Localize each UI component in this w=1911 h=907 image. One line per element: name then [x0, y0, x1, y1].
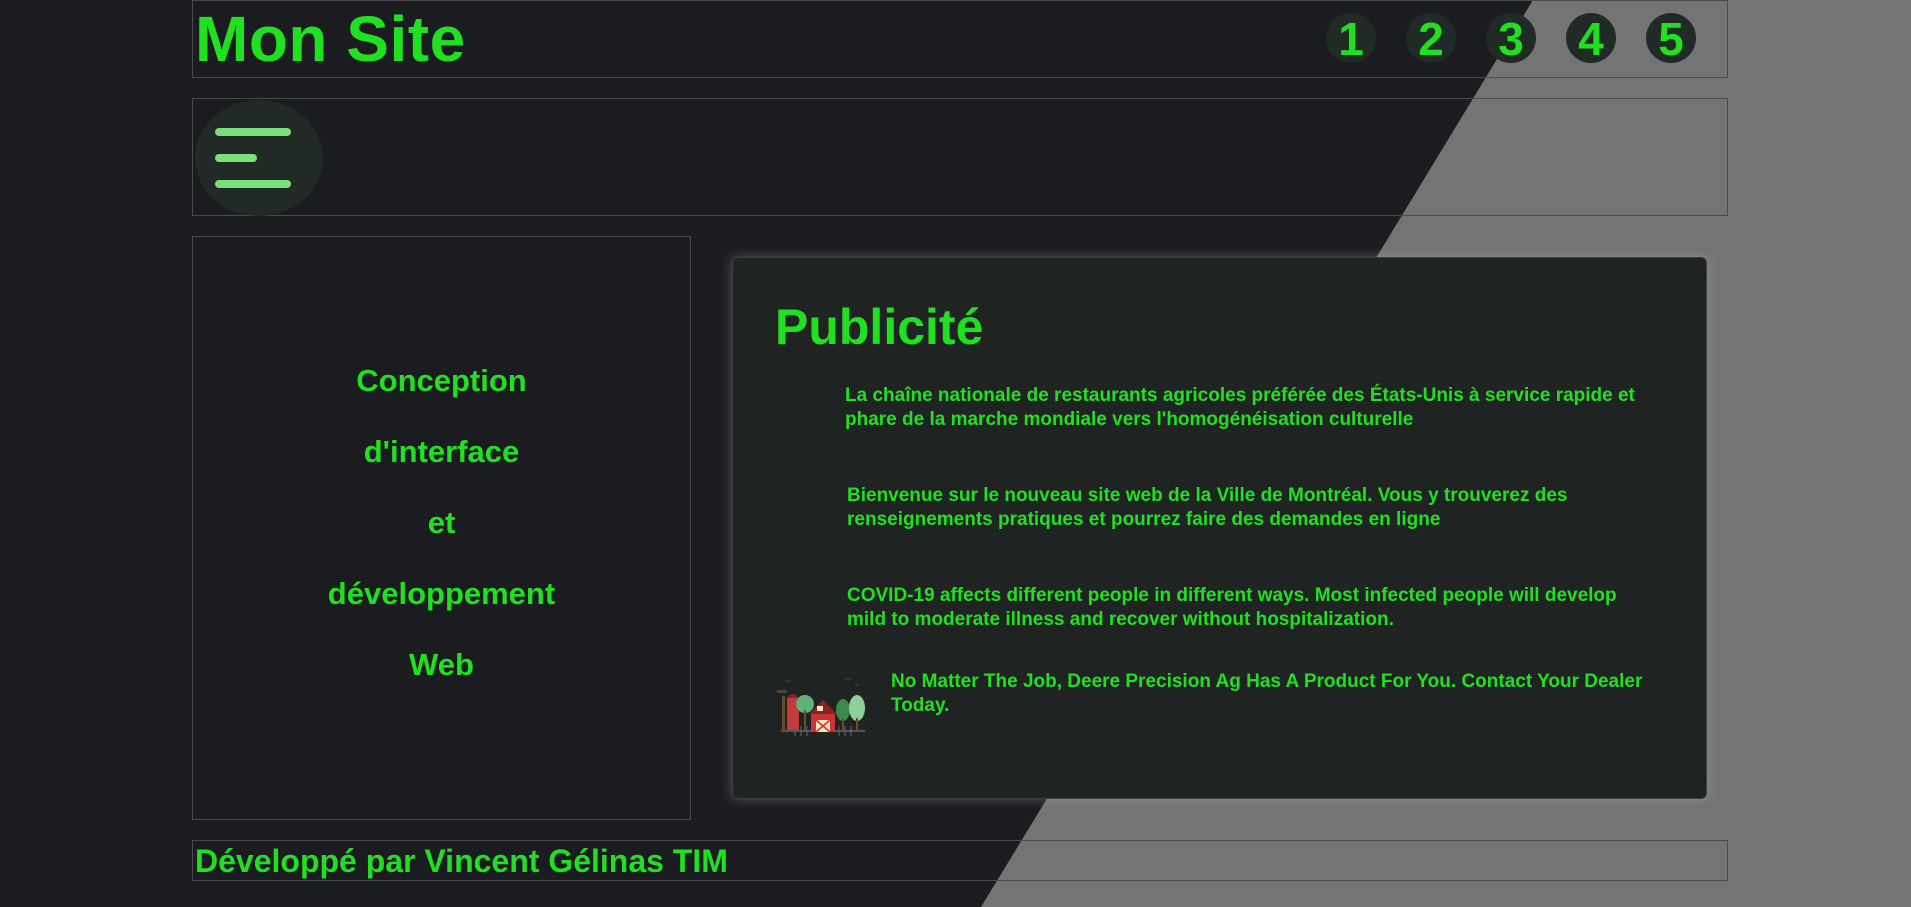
ad-item[interactable]: COVID-19 affects different people in dif… — [775, 584, 1675, 656]
aside-line: d'interface — [363, 434, 520, 469]
site-header: Mon Site 1 2 3 4 5 — [192, 0, 1728, 78]
aside-line: Conception — [356, 363, 527, 398]
ad-text[interactable]: Bienvenue sur le nouveau site web de la … — [847, 484, 1657, 532]
page-link-3[interactable]: 3 — [1486, 13, 1536, 65]
ad-text[interactable]: COVID-19 affects different people in dif… — [847, 584, 1657, 632]
page-link-2[interactable]: 2 — [1406, 13, 1456, 65]
aside-heading: Conception d'interface et développement … — [193, 361, 690, 716]
menu-bar — [192, 98, 1728, 216]
page-nav: 1 2 3 4 5 — [1326, 13, 1696, 65]
aside-line: et — [427, 505, 456, 540]
ad-card: Publicité La chaîne nationale de restaur… — [732, 257, 1707, 799]
site-title: Mon Site — [195, 3, 466, 75]
ad-item[interactable]: La chaîne nationale de restaurants agric… — [775, 384, 1675, 456]
ad-item[interactable]: No Matter The Job, Deere Precision Ag Ha… — [775, 670, 1675, 742]
ad-text[interactable]: No Matter The Job, Deere Precision Ag Ha… — [891, 670, 1681, 718]
ad-text[interactable]: La chaîne nationale de restaurants agric… — [845, 384, 1655, 432]
aside-line: développement — [327, 576, 556, 611]
aside-panel: Conception d'interface et développement … — [192, 236, 691, 820]
ad-item[interactable]: Bienvenue sur le nouveau site web de la … — [775, 484, 1675, 556]
farm-barn-icon — [777, 677, 865, 736]
aside-line: Web — [409, 647, 474, 682]
page-link-1[interactable]: 1 — [1326, 13, 1376, 65]
page-link-4[interactable]: 4 — [1566, 13, 1616, 65]
page-link-5[interactable]: 5 — [1646, 13, 1696, 65]
site-footer: Développé par Vincent Gélinas TIM — [192, 840, 1728, 881]
footer-credit: Développé par Vincent Gélinas TIM — [195, 843, 728, 879]
hamburger-menu-icon[interactable] — [195, 100, 323, 216]
ad-title: Publicité — [775, 299, 984, 355]
